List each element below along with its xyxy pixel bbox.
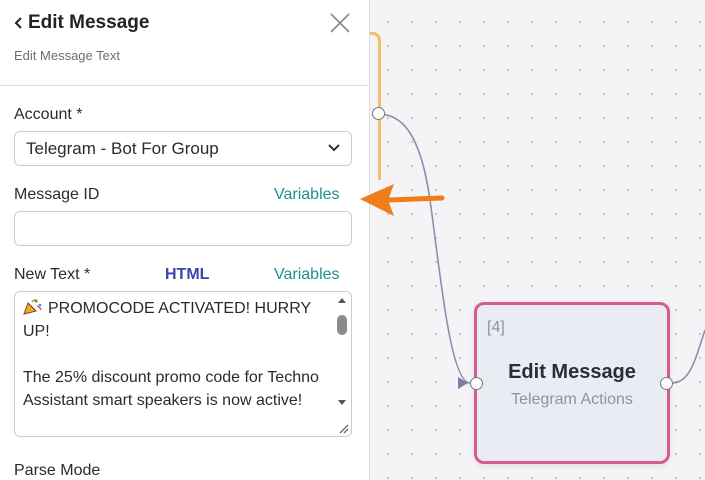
node-title: Edit Message bbox=[508, 361, 636, 383]
node-subtitle: Telegram Actions bbox=[511, 391, 633, 408]
back-chevron-icon bbox=[14, 17, 22, 29]
close-icon[interactable] bbox=[328, 11, 352, 35]
panel-header: Edit Message Edit Message Text bbox=[0, 0, 369, 86]
panel-title: Edit Message bbox=[28, 12, 150, 33]
node-input-port[interactable] bbox=[470, 377, 483, 390]
chevron-down-icon bbox=[328, 144, 340, 152]
edit-message-panel: Edit Message Edit Message Text Account *… bbox=[0, 0, 370, 480]
account-select[interactable]: Telegram - Bot For Group bbox=[14, 131, 352, 166]
edit-message-node[interactable]: [4] Edit Message Telegram Actions bbox=[474, 302, 670, 464]
panel-subtitle: Edit Message Text bbox=[14, 48, 120, 63]
scroll-down-arrow-icon[interactable] bbox=[338, 400, 346, 405]
message-id-label: Message ID bbox=[14, 186, 100, 203]
output-port-previous[interactable] bbox=[372, 107, 385, 120]
textarea-scrollbar[interactable] bbox=[333, 292, 351, 418]
party-popper-icon bbox=[23, 299, 42, 315]
html-mode-link[interactable]: HTML bbox=[165, 266, 209, 284]
node-index: [4] bbox=[487, 319, 505, 336]
scroll-up-arrow-icon[interactable] bbox=[338, 298, 346, 303]
back-button[interactable]: Edit Message bbox=[14, 12, 149, 34]
scroll-thumb[interactable] bbox=[337, 315, 347, 335]
message-id-input[interactable] bbox=[14, 211, 352, 246]
account-select-value: Telegram - Bot For Group bbox=[26, 138, 219, 158]
new-text-label: New Text * bbox=[14, 266, 91, 283]
parse-mode-label: Parse Mode bbox=[14, 462, 101, 479]
new-text-value: PROMOCODE ACTIVATED! HURRY UP! The 25% d… bbox=[23, 300, 319, 409]
workflow-canvas[interactable]: [4] Edit Message Telegram Actions bbox=[370, 0, 705, 480]
new-text-variables-link[interactable]: Variables bbox=[274, 266, 340, 284]
new-text-content: PROMOCODE ACTIVATED! HURRY UP! The 25% d… bbox=[23, 297, 328, 412]
new-text-textarea[interactable]: PROMOCODE ACTIVATED! HURRY UP! The 25% d… bbox=[14, 291, 352, 437]
resize-handle-icon[interactable] bbox=[337, 422, 349, 434]
message-id-variables-link[interactable]: Variables bbox=[274, 186, 340, 204]
account-label: Account * bbox=[14, 106, 83, 123]
node-output-port[interactable] bbox=[660, 377, 673, 390]
annotation-arrow-icon bbox=[360, 184, 445, 216]
